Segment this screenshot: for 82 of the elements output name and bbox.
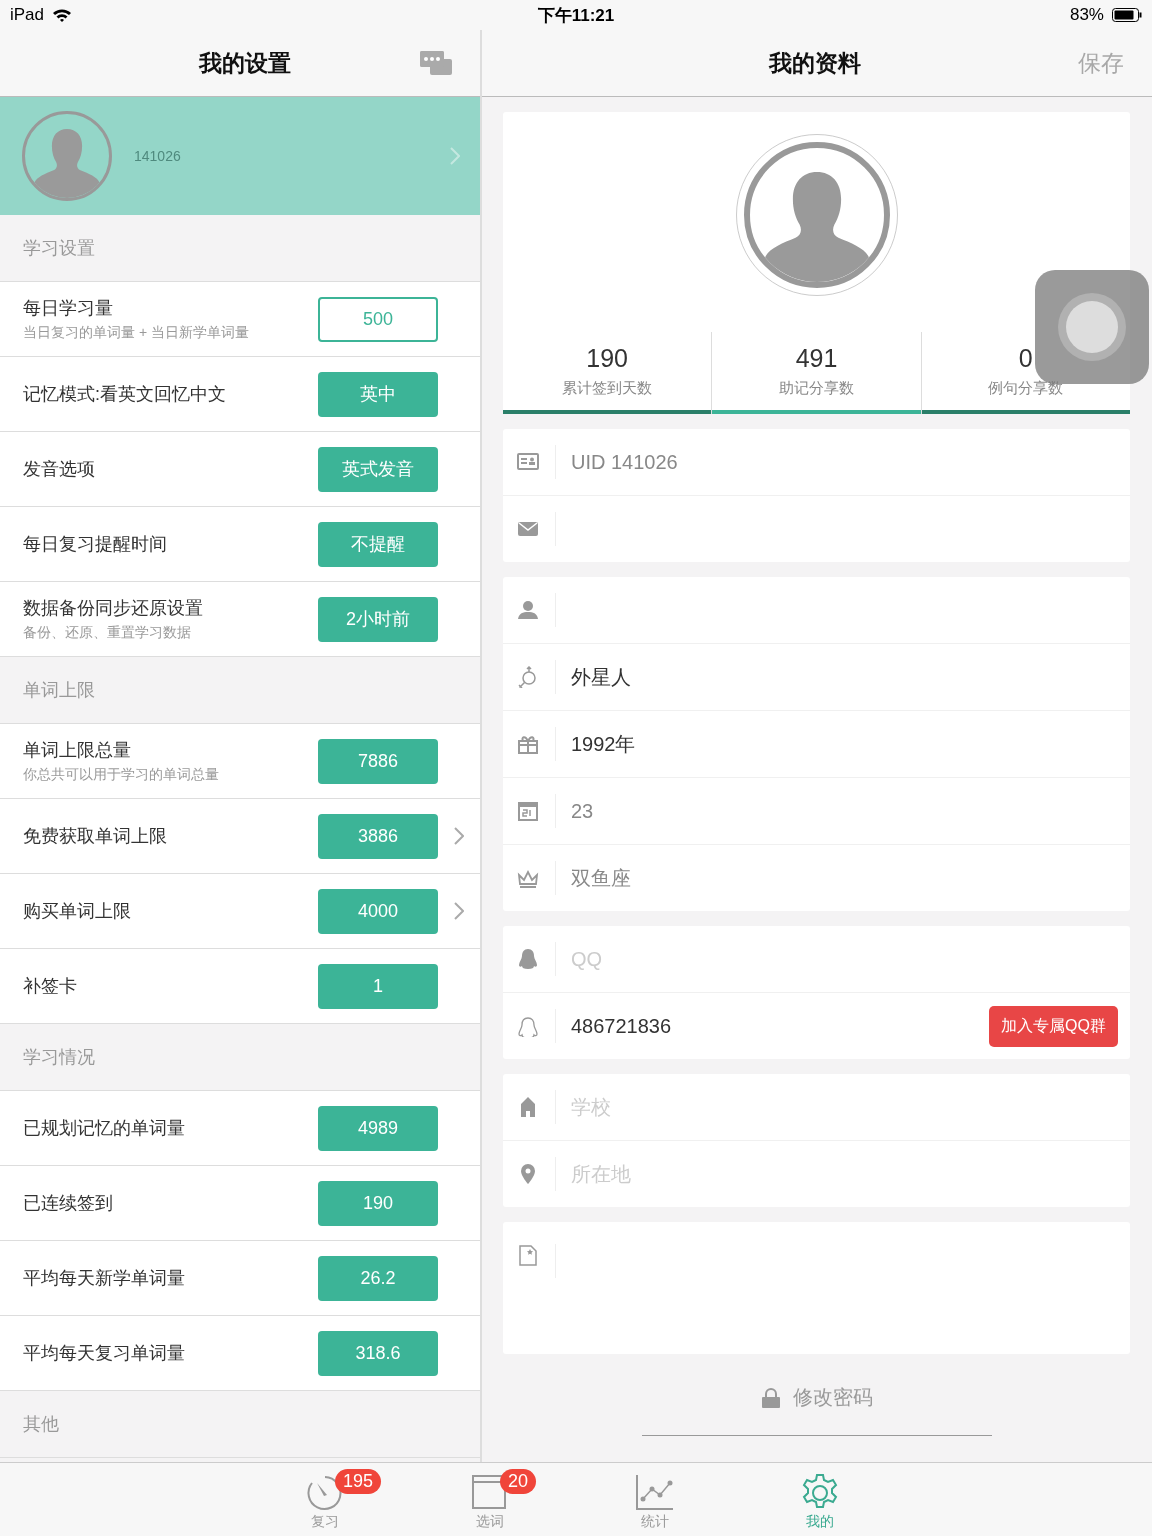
field-value[interactable]: 486721836 bbox=[571, 1014, 672, 1038]
section-header: 学习设置 bbox=[22, 237, 96, 260]
stat-tab-indicator[interactable] bbox=[712, 410, 921, 414]
page-title: 我的设置 bbox=[199, 48, 291, 78]
change-password-link[interactable]: 修改密码 bbox=[754, 1383, 879, 1412]
setting-description: 当日复习的单词量 + 当日新学单词量 bbox=[23, 324, 250, 342]
setting-label: 补签卡 bbox=[23, 975, 78, 998]
value-button[interactable]: 不提醒 bbox=[318, 521, 438, 567]
person-silhouette-icon bbox=[743, 142, 890, 288]
tab-bar-item[interactable]: 195 复习 bbox=[305, 1463, 415, 1536]
value-button[interactable]: 190 bbox=[318, 1180, 438, 1226]
setting-label: 单词上限总量 bbox=[23, 739, 132, 762]
chat-icon[interactable] bbox=[420, 51, 452, 75]
field-value[interactable]: 外星人 bbox=[571, 663, 631, 691]
setting-label: 购买单词上限 bbox=[23, 900, 132, 923]
stat-label: 累计签到天数 bbox=[562, 379, 653, 398]
battery-percent: 83% bbox=[1069, 5, 1104, 25]
join-group-button[interactable]: 加入专属QQ群 bbox=[989, 1005, 1118, 1047]
person-icon bbox=[517, 599, 539, 621]
setting-description: 你总共可以用于学习的单词总量 bbox=[23, 766, 220, 784]
section-header: 其他 bbox=[22, 1413, 60, 1436]
section-header: 学习情况 bbox=[22, 1046, 96, 1069]
stat-value: 0 bbox=[1018, 344, 1033, 373]
value-button[interactable]: 3886 bbox=[318, 813, 438, 859]
lock-icon bbox=[760, 1386, 781, 1409]
value-button[interactable]: 7886 bbox=[318, 738, 438, 784]
value-button[interactable]: 318.6 bbox=[318, 1330, 438, 1376]
count-badge: 195 bbox=[335, 1469, 382, 1494]
setting-label: 平均每天新学单词量 bbox=[23, 1267, 186, 1290]
setting-label: 已连续签到 bbox=[23, 1192, 114, 1215]
chevron-right-icon bbox=[450, 147, 460, 165]
value-button[interactable]: 英中 bbox=[318, 371, 438, 417]
value-button[interactable]: 2小时前 bbox=[318, 596, 438, 642]
tab-bar-item[interactable]: 我的 bbox=[800, 1463, 910, 1536]
penguin-icon bbox=[517, 948, 539, 970]
stat-value: 190 bbox=[586, 344, 628, 373]
value-field[interactable]: 500 bbox=[318, 296, 438, 342]
stat-value: 491 bbox=[795, 344, 838, 373]
setting-label: 平均每天复习单词量 bbox=[23, 1342, 186, 1365]
tab-label: 选词 bbox=[475, 1513, 505, 1531]
tab-label: 我的 bbox=[805, 1513, 835, 1531]
tab-bar-item[interactable]: 统计 bbox=[635, 1463, 745, 1536]
setting-label: 免费获取单词上限 bbox=[23, 825, 168, 848]
line-chart-icon bbox=[635, 1473, 675, 1513]
status-time: 下午11:21 bbox=[537, 4, 615, 27]
penguin-outline-icon bbox=[517, 1015, 539, 1037]
stat-tab-indicator[interactable] bbox=[921, 410, 1130, 414]
id-card-icon bbox=[517, 451, 539, 473]
field-value: 23 bbox=[571, 799, 594, 823]
value-button[interactable]: 1 bbox=[318, 963, 438, 1009]
setting-label: 发音选项 bbox=[23, 458, 96, 481]
tab-label: 复习 bbox=[310, 1513, 340, 1531]
value-button[interactable]: 26.2 bbox=[318, 1255, 438, 1301]
setting-description: 备份、还原、重置学习数据 bbox=[23, 624, 192, 642]
value-button[interactable]: 英式发音 bbox=[318, 446, 438, 492]
field-value[interactable]: 1992年 bbox=[571, 730, 636, 758]
gift-icon bbox=[517, 733, 539, 755]
stat-label: 例句分享数 bbox=[988, 379, 1064, 398]
wifi-icon bbox=[52, 7, 73, 23]
gender-symbol-icon bbox=[517, 666, 539, 688]
setting-label: 记忆模式:看英文回忆中文 bbox=[23, 383, 227, 406]
profile-banner[interactable]: 141026 bbox=[0, 97, 480, 215]
calendar-icon bbox=[517, 800, 539, 822]
note-icon bbox=[517, 1244, 539, 1266]
count-badge: 20 bbox=[500, 1469, 537, 1494]
battery-icon bbox=[1112, 8, 1142, 22]
value-button[interactable]: 4000 bbox=[318, 888, 438, 934]
setting-label: 每日学习量 bbox=[23, 297, 114, 320]
stat-tab-indicator[interactable] bbox=[503, 410, 712, 414]
field-value: 双鱼座 bbox=[571, 865, 631, 891]
field-value: UID 141026 bbox=[571, 450, 678, 474]
setting-label: 每日复习提醒时间 bbox=[23, 533, 168, 556]
user-id: 141026 bbox=[134, 148, 182, 164]
device-name: iPad bbox=[10, 5, 45, 25]
section-header: 单词上限 bbox=[22, 679, 96, 702]
tab-label: 统计 bbox=[640, 1513, 670, 1531]
tab-bar-item[interactable]: 20 选词 bbox=[470, 1463, 580, 1536]
stat-label: 助记分享数 bbox=[779, 379, 854, 398]
page-title: 我的资料 bbox=[769, 48, 861, 78]
setting-label: 已规划记忆的单词量 bbox=[23, 1117, 186, 1140]
value-button[interactable]: 4989 bbox=[318, 1105, 438, 1151]
setting-label: 数据备份同步还原设置 bbox=[23, 597, 204, 620]
